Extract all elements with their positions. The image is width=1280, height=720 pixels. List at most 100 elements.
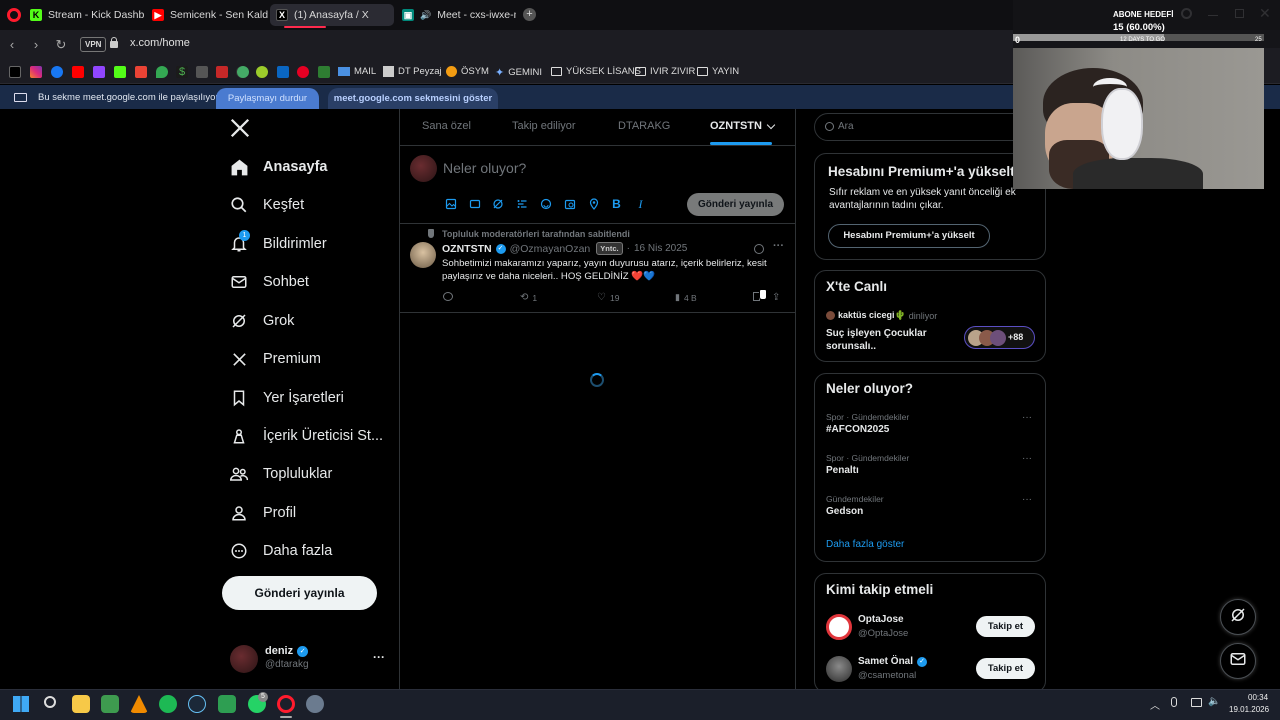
gif-icon[interactable] [468, 198, 481, 211]
trend-more-icon[interactable]: ··· [1022, 494, 1032, 505]
app-green-icon[interactable] [101, 695, 119, 713]
bookmark-kick-icon[interactable] [114, 66, 126, 78]
bookmark-osym[interactable]: ÖSYM [446, 66, 489, 77]
bookmark-mail[interactable]: MAIL [338, 66, 376, 77]
tab-youtube[interactable]: ▶ Semicenk - Sen Kaldın (p [146, 4, 268, 26]
bookmark-yuksek-lisans[interactable]: YÜKSEK LİSANS [551, 66, 641, 77]
bookmark-gemini[interactable]: ✦ GEMINI [495, 66, 542, 79]
bookmark-globe-icon[interactable] [237, 66, 249, 78]
tab-meet[interactable]: ▣ 🔊 Meet - cxs-iwxe-muw [396, 4, 516, 26]
vpn-badge[interactable]: VPN [80, 37, 107, 52]
follow-avatar[interactable] [826, 656, 852, 682]
post-avatar[interactable] [410, 242, 436, 268]
tab-for-you[interactable]: Sana özel [422, 120, 471, 132]
tab-following[interactable]: Takip ediliyor [512, 120, 576, 132]
trend-item[interactable]: Spor · Gündemdekiler #AFCON2025 ··· [826, 412, 1036, 435]
bookmark-yayin[interactable]: YAYIN [697, 66, 739, 77]
bookmark-dt-peyzaj[interactable]: DT Peyzaj [383, 66, 442, 77]
bookmark-dollar-icon[interactable]: $ [176, 66, 188, 78]
trend-item[interactable]: Gündemdekiler Gedson ··· [826, 494, 1036, 517]
tray-chevron-icon[interactable]: ︿ [1150, 697, 1160, 712]
nav-creator-studio[interactable]: İçerik Üreticisi St... [229, 421, 383, 451]
messages-fab[interactable] [1220, 643, 1256, 679]
composer-input[interactable]: Neler oluyor? [443, 160, 526, 176]
follow-button[interactable]: Takip et [976, 658, 1035, 679]
bookmark-linkedin-icon[interactable] [277, 66, 289, 78]
trend-more-icon[interactable]: ··· [1022, 412, 1032, 423]
bookmark-link-icon[interactable] [196, 66, 208, 78]
nav-chat[interactable]: Sohbet [229, 267, 309, 297]
post-button[interactable]: Gönderi yayınla [222, 576, 377, 610]
search-box[interactable]: Ara [814, 113, 1046, 141]
follow-avatar[interactable] [826, 614, 852, 640]
tab-kick-dashboard[interactable]: K Stream - Kick Dashboard [24, 4, 144, 26]
emoji-icon[interactable] [539, 198, 552, 211]
italic-icon[interactable]: I [634, 198, 647, 211]
network-icon[interactable] [1191, 698, 1202, 707]
clock-date[interactable]: 19.01.2026 [1229, 705, 1269, 714]
bookmark-gmail-icon[interactable] [135, 66, 147, 78]
post-more-icon[interactable]: ··· [773, 240, 784, 252]
spotify-icon[interactable] [159, 695, 177, 713]
new-tab-button[interactable]: + [523, 8, 536, 21]
post-handle[interactable]: @OzmayanOzan [510, 243, 591, 255]
x-logo-icon[interactable] [229, 117, 253, 141]
tab-ozntstn[interactable]: OZNTSTN [710, 120, 776, 132]
nav-more[interactable]: Daha fazla [229, 536, 332, 566]
reply-button[interactable] [443, 292, 453, 301]
opera-icon[interactable] [277, 695, 295, 713]
like-button[interactable]: ♡ 19 [597, 292, 619, 303]
nav-grok[interactable]: Grok [229, 306, 294, 336]
bookmark-x-icon[interactable] [9, 66, 21, 78]
windows-start-icon[interactable] [13, 696, 29, 712]
steam-icon[interactable] [188, 695, 206, 713]
trend-more-icon[interactable]: ··· [1022, 453, 1032, 464]
grok-analyze-icon[interactable] [754, 244, 764, 254]
nav-premium[interactable]: Premium [229, 344, 321, 374]
follow-button[interactable]: Takip et [976, 616, 1035, 637]
clock-time[interactable]: 00:34 [1248, 693, 1268, 702]
back-button[interactable]: ‹ [3, 36, 21, 54]
tab-x-home[interactable]: X (1) Anasayfa / X [270, 4, 394, 26]
nav-bookmarks[interactable]: Yer İşaretleri [229, 383, 344, 413]
bookmark-pinterest-icon[interactable] [297, 66, 309, 78]
listeners-pill[interactable]: +88 [964, 326, 1035, 349]
account-switcher[interactable]: deniz ✓ @dtarakg ··· [229, 643, 389, 675]
bookmark-youtube-icon[interactable] [72, 66, 84, 78]
post-author[interactable]: OZNTSTN [442, 243, 492, 255]
image-icon[interactable] [444, 198, 457, 211]
nav-home[interactable]: Anasayfa [229, 152, 327, 182]
post-date[interactable]: 16 Nis 2025 [634, 243, 687, 254]
reload-button[interactable]: ↻ [52, 36, 70, 54]
microphone-icon[interactable] [1171, 697, 1177, 707]
nav-notifications[interactable]: 1 Bildirimler [229, 229, 327, 259]
premium-button[interactable]: Hesabını Premium+'a yükselt [828, 224, 990, 248]
opera-logo-icon[interactable] [7, 8, 21, 22]
account-more-icon[interactable]: ··· [373, 650, 385, 664]
bookmark-facebook-icon[interactable] [51, 66, 63, 78]
trend-item[interactable]: Spor · Gündemdekiler Penaltı ··· [826, 453, 1036, 476]
poll-icon[interactable] [515, 198, 528, 211]
location-icon[interactable] [587, 198, 600, 211]
retweet-button[interactable]: ⟲ 1 [520, 292, 537, 303]
volume-icon[interactable]: 🔈 [1208, 696, 1220, 707]
lock-icon[interactable] [110, 41, 118, 48]
grok-fab[interactable] [1220, 599, 1256, 635]
url-field[interactable]: x.com/home [130, 37, 190, 49]
bookmark-lime-icon[interactable] [256, 66, 268, 78]
bookmark-phone-icon[interactable] [318, 66, 330, 78]
follow-name-row[interactable]: Samet Önal ✓ [858, 656, 928, 667]
taskbar-search-icon[interactable] [44, 696, 56, 708]
nav-communities[interactable]: Topluluklar [229, 459, 332, 489]
xbox-icon[interactable] [218, 695, 236, 713]
follow-name[interactable]: OptaJose [858, 614, 904, 625]
bookmark-twitch-icon[interactable] [93, 66, 105, 78]
show-more-link[interactable]: Daha fazla göster [826, 539, 904, 550]
nav-profile[interactable]: Profil [229, 498, 296, 528]
schedule-icon[interactable] [563, 198, 576, 211]
settings-icon[interactable] [306, 695, 324, 713]
bookmark-instagram-icon[interactable] [30, 66, 42, 78]
space-title[interactable]: Suç işleyen Çocuklar sorunsalı.. [826, 327, 946, 353]
stop-sharing-button[interactable]: Paylaşmayı durdur [216, 88, 319, 109]
grok-tool-icon[interactable] [491, 198, 504, 211]
